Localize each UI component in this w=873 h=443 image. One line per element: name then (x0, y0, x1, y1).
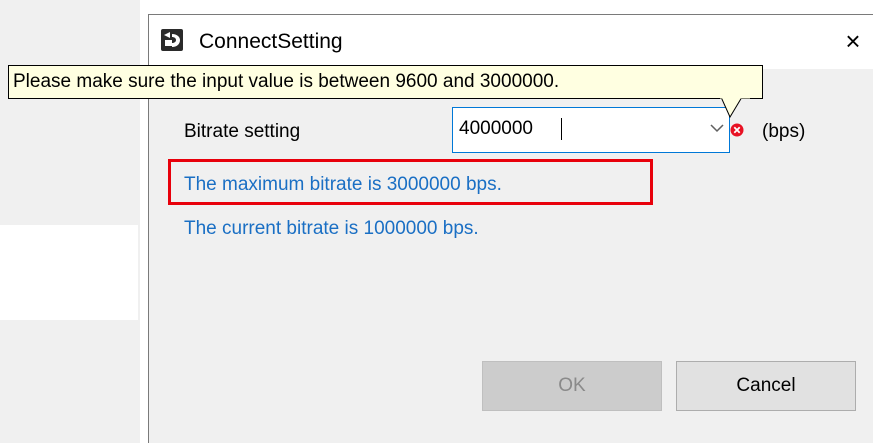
screen: ConnectSetting × Bitrate setting 4000000… (0, 0, 873, 443)
current-bitrate-text: The current bitrate is 1000000 bps. (184, 218, 479, 239)
cancel-button[interactable]: Cancel (676, 361, 856, 411)
validation-tooltip: Please make sure the input value is betw… (8, 65, 763, 99)
close-button[interactable]: × (833, 21, 873, 61)
ok-button[interactable]: OK (482, 361, 662, 411)
error-icon (730, 123, 744, 137)
validation-tooltip-text: Please make sure the input value is betw… (13, 71, 560, 92)
bitrate-unit-label: (bps) (762, 121, 806, 142)
chevron-down-icon[interactable] (707, 118, 727, 138)
bitrate-combobox[interactable]: 4000000 (452, 107, 730, 153)
bitrate-setting-label: Bitrate setting (184, 121, 301, 142)
app-icon (161, 29, 183, 51)
text-caret (561, 118, 562, 140)
dialog-title: ConnectSetting (199, 30, 343, 53)
bitrate-input-value[interactable]: 4000000 (459, 117, 533, 141)
red-highlight-box (168, 159, 653, 205)
title-bar: ConnectSetting × (149, 15, 873, 69)
tooltip-pointer (720, 97, 750, 119)
background-app-panel (0, 225, 138, 320)
close-icon: × (845, 26, 861, 56)
